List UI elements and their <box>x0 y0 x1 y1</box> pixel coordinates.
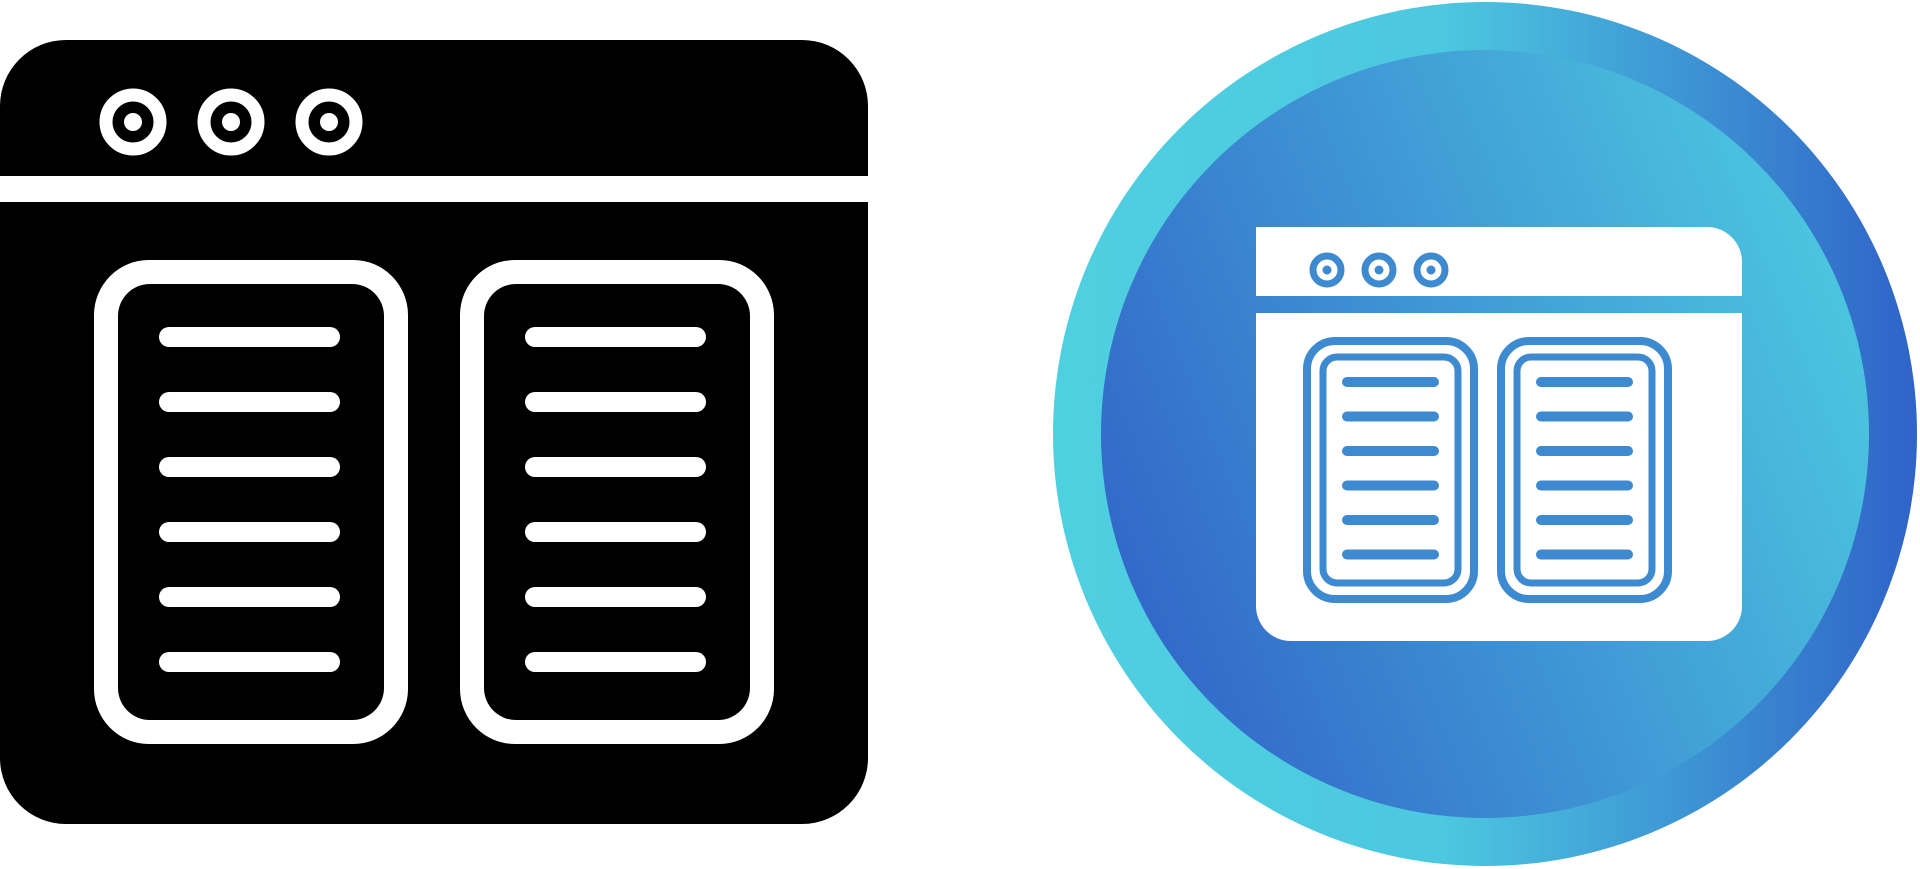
window-dot-center <box>1322 265 1332 275</box>
window-dot-center <box>124 113 142 131</box>
window-dot-center <box>320 113 338 131</box>
browser-two-columns-gradient-circle-icon <box>1053 2 1917 866</box>
browser-two-columns-glyph-icon <box>0 40 868 824</box>
window-dot-center <box>1374 265 1384 275</box>
window-dot-center <box>222 113 240 131</box>
icon-canvas <box>0 0 1920 869</box>
window-dot-center <box>1426 265 1436 275</box>
glyph-title-bar <box>0 40 868 176</box>
